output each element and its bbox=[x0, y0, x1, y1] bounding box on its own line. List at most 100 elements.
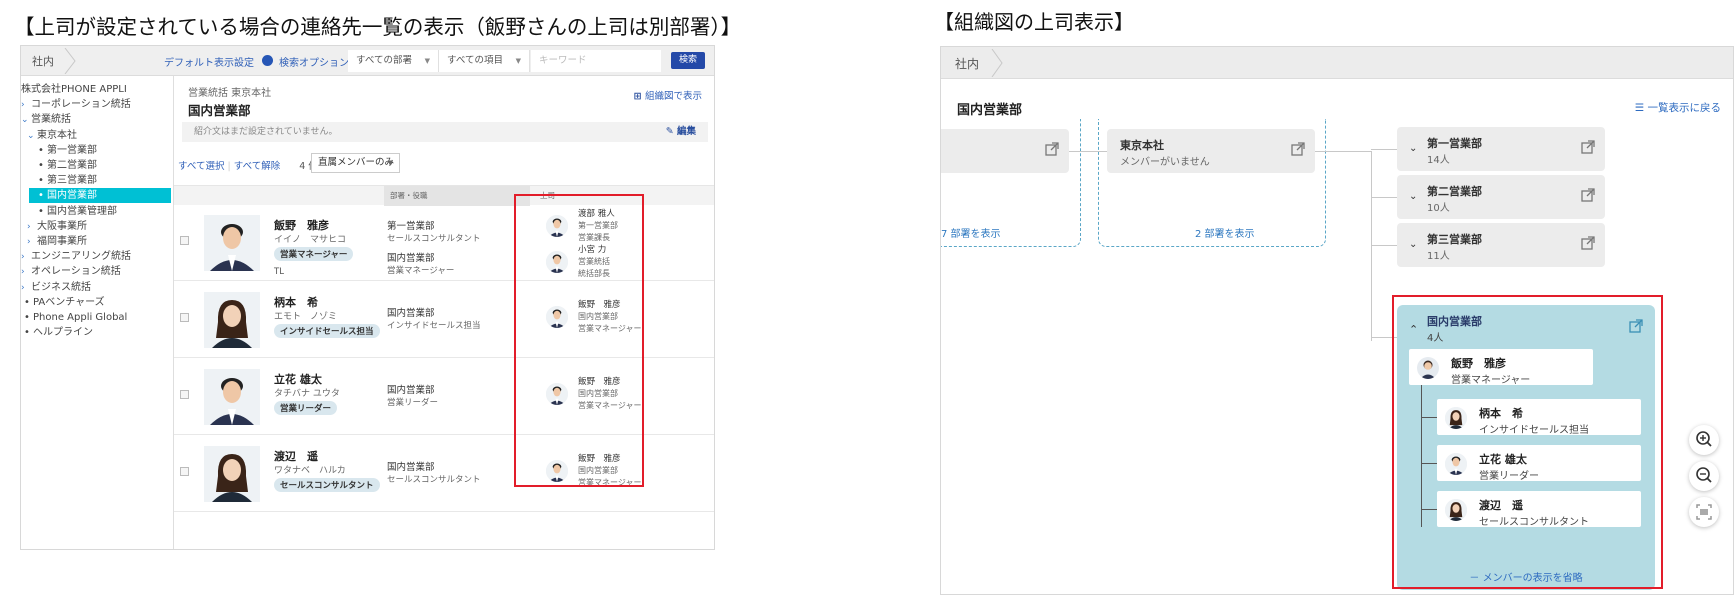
tree-item[interactable]: • 第三営業部 bbox=[21, 173, 97, 188]
tree-item-label: 国内営業管理部 bbox=[47, 205, 117, 217]
chevron-down-icon[interactable]: ⌄ bbox=[1409, 239, 1417, 250]
row-checkbox[interactable] bbox=[180, 390, 189, 399]
bullet-icon: • bbox=[24, 296, 30, 308]
dept-node[interactable]: ⌄ 第一営業部 14人 bbox=[1397, 127, 1605, 171]
pencil-icon: ✎ bbox=[665, 126, 677, 137]
connector bbox=[1069, 151, 1107, 152]
search-toolbar: 社内 デフォルト表示設定 検索オプション すべての部署 ▼ すべての項目 ▼ キーワ… bbox=[21, 46, 714, 76]
row-checkbox[interactable] bbox=[180, 313, 189, 322]
tree-item[interactable]: ⌄ 営業統括 bbox=[21, 112, 71, 127]
dept-info: 国内営業部 営業マネージャー bbox=[387, 253, 455, 276]
dept-node[interactable]: ⌄ 第三営業部 11人 bbox=[1397, 223, 1605, 267]
fit-screen-button[interactable] bbox=[1689, 497, 1719, 527]
external-link-icon[interactable] bbox=[1291, 142, 1305, 156]
tree-item-label: 国内営業部 bbox=[47, 190, 97, 202]
chevron-right-icon: › bbox=[21, 252, 25, 263]
bullet-icon: • bbox=[38, 175, 44, 187]
dept-select[interactable]: すべての部署 ▼ bbox=[348, 50, 439, 72]
connector bbox=[1371, 151, 1372, 341]
tree-item-label: 福岡事業所 bbox=[37, 236, 87, 247]
chevron-down-icon[interactable]: ⌄ bbox=[1409, 191, 1417, 202]
connector bbox=[1371, 149, 1397, 150]
chevron-down-icon[interactable]: ⌄ bbox=[1409, 143, 1417, 154]
tree-item[interactable]: 株式会社PHONE APPLI bbox=[21, 82, 127, 97]
keyword-input[interactable]: キーワード bbox=[531, 50, 661, 72]
row-checkbox[interactable] bbox=[180, 236, 189, 245]
member-filter-select[interactable]: 直属メンバーのみ ▼ bbox=[311, 153, 400, 173]
contact-name[interactable]: 柄本 希 bbox=[274, 294, 318, 310]
list-view-link[interactable]: ☰ 一覧表示に戻る bbox=[1635, 100, 1721, 115]
tree-item[interactable]: › オペレーション統括 bbox=[21, 264, 121, 279]
tree-item-label: 営業統括 bbox=[31, 114, 71, 126]
tree-item[interactable]: › 大阪事業所 bbox=[21, 219, 87, 234]
external-link-icon[interactable] bbox=[1581, 188, 1595, 202]
row-checkbox[interactable] bbox=[180, 467, 189, 476]
dept-node[interactable]: ⌄ 第二営業部 10人 bbox=[1397, 175, 1605, 219]
page-title: 国内営業部 bbox=[957, 103, 1023, 118]
chevron-right-icon: › bbox=[27, 221, 31, 232]
zoom-out-button[interactable] bbox=[1689, 461, 1719, 491]
edit-button[interactable]: ✎ 編集 bbox=[666, 122, 696, 142]
search-options-link[interactable]: 検索オプション bbox=[279, 54, 349, 69]
tree-item[interactable]: › ビジネス統括 bbox=[21, 280, 91, 295]
chevron-right-icon: › bbox=[21, 100, 25, 111]
tree-item[interactable]: ⌄ 東京本社 bbox=[21, 128, 77, 143]
breadcrumb[interactable]: 社内 bbox=[32, 53, 54, 69]
tree-item[interactable]: • 国内営業部 bbox=[29, 188, 171, 204]
tree-item[interactable]: › 福岡事業所 bbox=[21, 234, 87, 249]
connector bbox=[1371, 245, 1397, 246]
avatar bbox=[204, 369, 260, 425]
tree-item[interactable]: • PAベンチャーズ bbox=[21, 295, 105, 310]
chevron-down-icon: ▼ bbox=[515, 57, 521, 65]
search-button[interactable]: 検索 bbox=[671, 52, 705, 69]
tree-item[interactable]: • ヘルプライン bbox=[21, 325, 93, 340]
dept-node-partial[interactable] bbox=[941, 129, 1069, 173]
external-link-icon[interactable] bbox=[1581, 236, 1595, 250]
bullet-icon: • bbox=[38, 205, 44, 217]
chevron-right-icon: › bbox=[21, 282, 25, 293]
tree-item[interactable]: › エンジニアリング統括 bbox=[21, 249, 131, 264]
select-all-link[interactable]: すべて選択 bbox=[178, 161, 224, 172]
tree-item-label: 第二営業部 bbox=[47, 160, 97, 171]
role-tag: 営業マネージャー bbox=[274, 247, 354, 261]
contact-kana: エモト ノゾミ bbox=[274, 312, 338, 322]
org-chart-icon: ⊞ bbox=[633, 91, 645, 102]
tree-item-label: エンジニアリング統括 bbox=[31, 251, 131, 263]
tree-item-label: コーポレーション統括 bbox=[31, 99, 131, 111]
page-title: 国内営業部 bbox=[188, 103, 251, 118]
contact-kana: イイノ マサヒコ bbox=[274, 235, 347, 245]
tree-item[interactable]: • 第二営業部 bbox=[21, 158, 97, 173]
chevron-down-icon: ▼ bbox=[424, 57, 430, 65]
org-chart-link[interactable]: ⊞ 組織図で表示 bbox=[634, 88, 702, 102]
default-view-link[interactable]: デフォルト表示設定 bbox=[164, 54, 254, 69]
zoom-in-icon bbox=[1696, 431, 1712, 447]
show-depts-link[interactable]: 7 部署を表示 bbox=[941, 225, 1001, 240]
tree-item-label: 第三営業部 bbox=[47, 175, 97, 187]
tree-item-label: ビジネス統括 bbox=[31, 281, 91, 293]
tree-item[interactable]: › コーポレーション統括 bbox=[21, 97, 131, 112]
external-link-icon[interactable] bbox=[1045, 142, 1059, 156]
org-tree: 株式会社PHONE APPLI › コーポレーション統括 ⌄ 営業統括 ⌄ 東京本社 • 第一営… bbox=[21, 76, 174, 549]
zoom-in-button[interactable] bbox=[1689, 425, 1719, 455]
contact-name[interactable]: 立花 雄太 bbox=[274, 371, 322, 387]
item-select[interactable]: すべての項目 ▼ bbox=[439, 50, 530, 72]
tree-item[interactable]: • Phone Appli Global bbox=[21, 310, 127, 325]
search-options-icon bbox=[262, 55, 273, 66]
contact-name[interactable]: 飯野 雅彦 bbox=[274, 217, 329, 233]
tree-item[interactable]: • 国内営業管理部 bbox=[21, 204, 117, 219]
connector bbox=[1315, 151, 1371, 152]
chevron-right-icon: › bbox=[27, 237, 31, 247]
contact-name[interactable]: 渡辺 遥 bbox=[274, 448, 318, 464]
connector bbox=[1371, 197, 1397, 198]
external-link-icon[interactable] bbox=[1581, 140, 1595, 154]
dept-info: 国内営業部 セールスコンサルタント bbox=[387, 462, 481, 485]
show-depts-link[interactable]: 2 部署を表示 bbox=[1195, 225, 1255, 240]
dept-node-tokyo[interactable]: 東京本社 メンバーがいません bbox=[1107, 129, 1315, 173]
tree-item[interactable]: • 第一営業部 bbox=[21, 143, 97, 158]
list-tools: すべて選択 | すべて解除 4 件 bbox=[178, 161, 318, 172]
breadcrumb[interactable]: 社内 bbox=[955, 55, 979, 72]
role-tag: インサイドセールス担当 bbox=[274, 324, 380, 338]
deselect-all-link[interactable]: すべて解除 bbox=[234, 161, 280, 172]
tree-item-label: Phone Appli Global bbox=[33, 312, 128, 323]
role-tag: セールスコンサルタント bbox=[274, 478, 380, 492]
